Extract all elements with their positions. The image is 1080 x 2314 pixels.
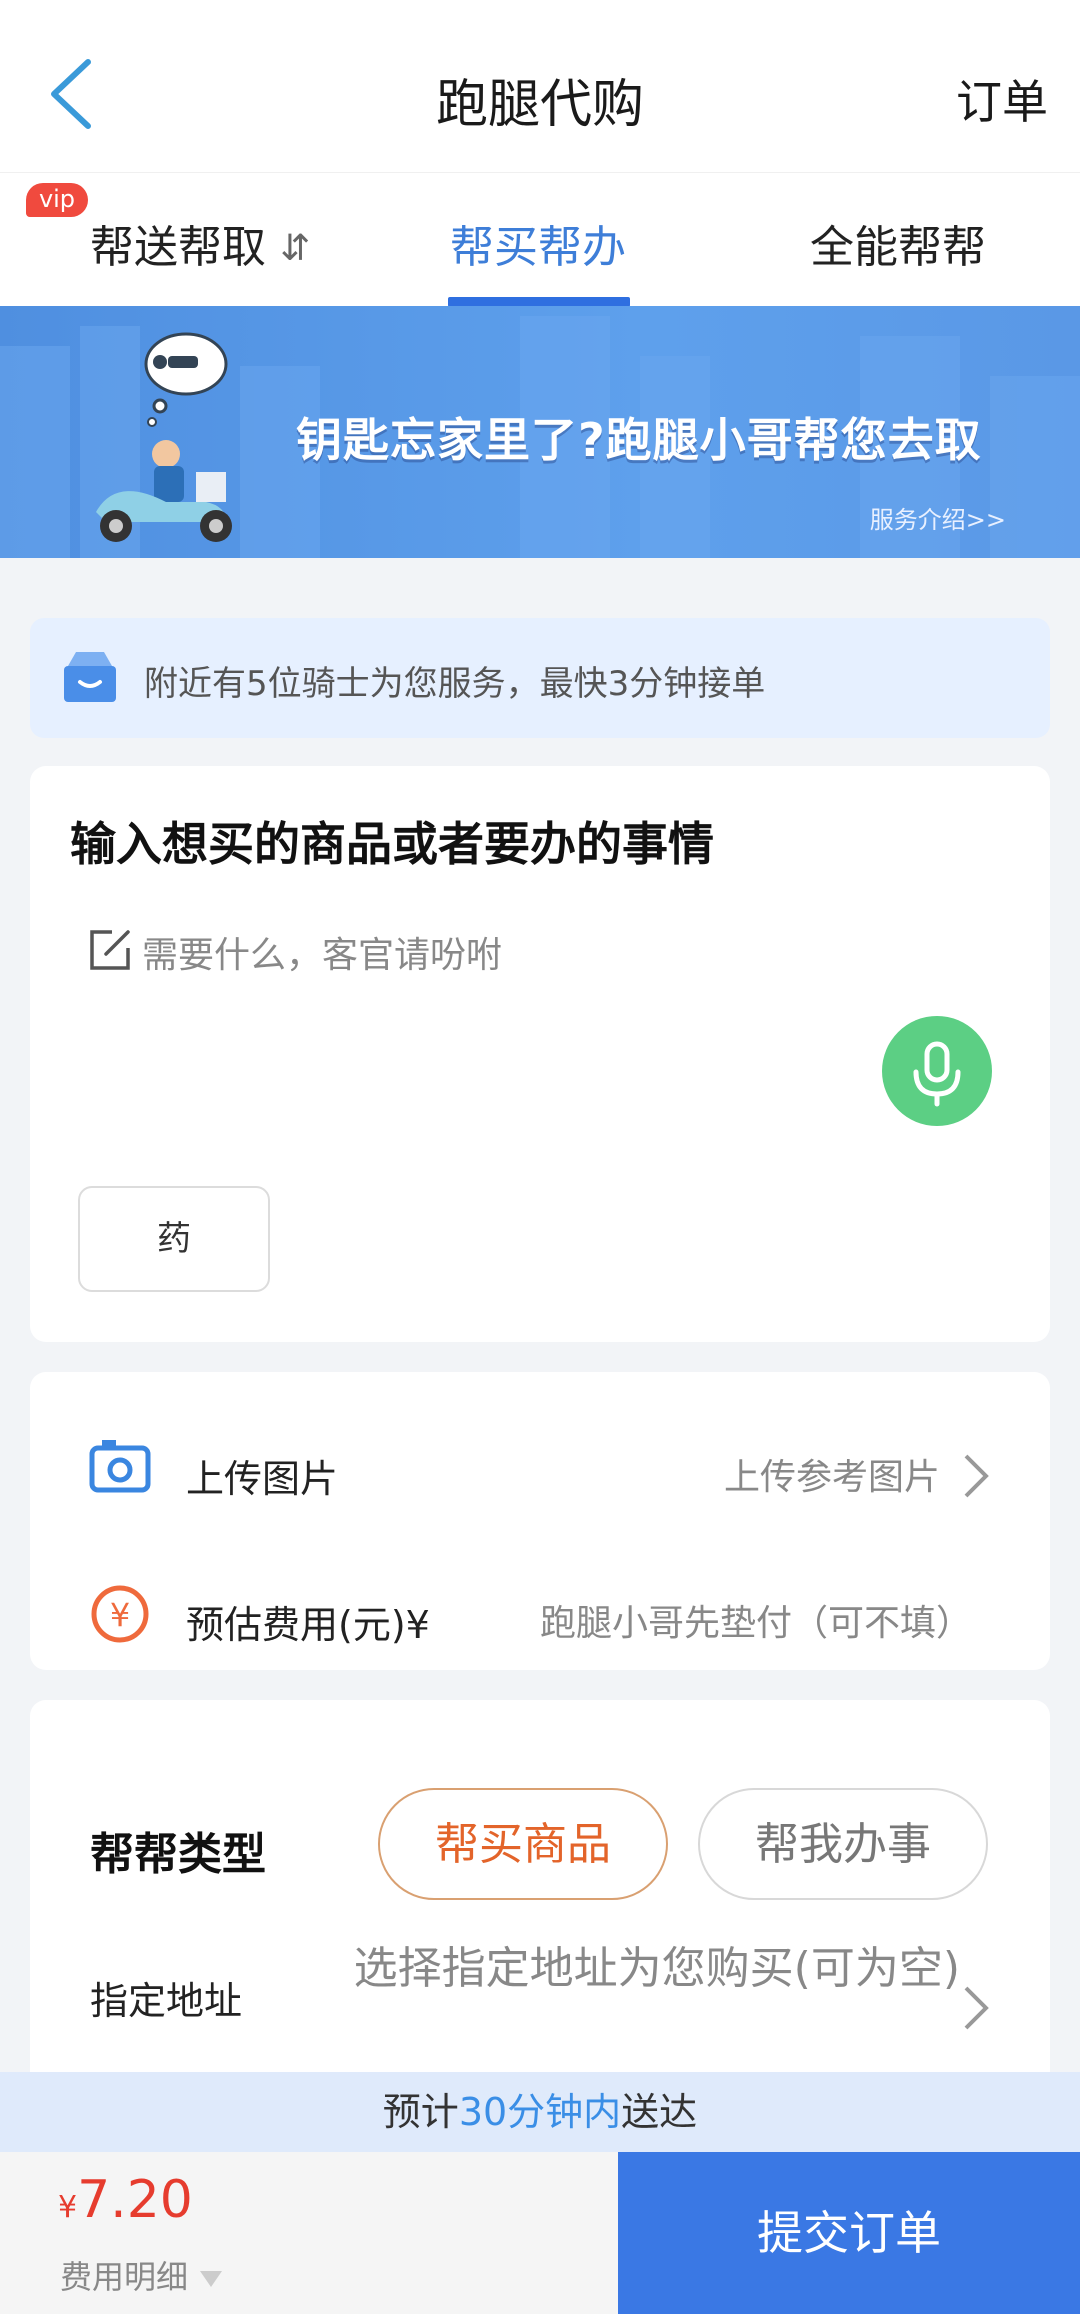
delivery-eta-bar: 预计30分钟内送达 [0,2072,1080,2152]
price-amount: 7.20 [77,2170,193,2230]
currency-symbol: ¥ [58,2190,78,2225]
chevron-right-icon [964,1454,989,1498]
submit-order-button[interactable]: 提交订单 [618,2152,1080,2314]
upload-image-label: 上传图片 [186,1457,339,1501]
do-errand-option[interactable]: 帮我办事 [698,1788,988,1900]
tab-all-round-help[interactable]: 全能帮帮 [810,211,986,275]
triangle-down-icon [200,2271,223,2287]
total-price: ¥7.20 [58,2170,193,2230]
request-input[interactable]: 需要什么，客官请吩咐 [142,926,502,978]
service-tabs: vip 帮送帮取 ⇵ 帮买帮办 全能帮帮 [0,172,1080,307]
address-selector[interactable]: 选择指定地址为您购买(可为空) [320,1940,960,1998]
upload-image-row[interactable]: 上传图片 上传参考图片 [30,1412,1050,1532]
service-intro-link[interactable]: 服务介绍>> [870,500,1006,535]
swap-arrows-icon[interactable]: ⇵ [280,228,310,269]
fee-detail-label: 费用明细 [60,2258,189,2296]
rider-notice: 附近有5位骑士为您服务，最快3分钟接单 [30,618,1050,738]
vip-badge: vip [26,183,88,217]
request-card: 输入想买的商品或者要办的事情 需要什么，客官请吩咐 药 [30,766,1050,1342]
fee-detail-toggle[interactable]: 费用明细 [60,2252,224,2298]
checkout-bar: ¥7.20 费用明细 提交订单 [0,2152,1080,2314]
tab-deliver-pickup[interactable]: 帮送帮取 ⇵ [90,211,310,275]
quick-tag-chip[interactable]: 药 [78,1186,270,1292]
edit-icon [90,930,130,970]
header-bar: 跑腿代购 订单 [0,0,1080,172]
help-type-label: 帮帮类型 [90,1829,266,1880]
notice-text: 附近有5位骑士为您服务，最快3分钟接单 [144,664,766,704]
tab-buy-errand[interactable]: 帮买帮办 [450,211,626,275]
tab-label: 全能帮帮 [810,222,986,273]
eta-prefix: 预计 [382,2090,459,2134]
orders-link[interactable]: 订单 [956,66,1048,132]
address-label: 指定地址 [90,1979,243,2023]
estimated-fee-label: 预估费用(元)¥ [186,1603,430,1647]
voice-input-button[interactable] [882,1016,992,1126]
options-card: 上传图片 上传参考图片 ¥ 预估费用(元)¥ 跑腿小哥先垫付（可不填） [30,1372,1050,1670]
microphone-icon [913,1041,961,1107]
yuan-coin-icon: ¥ [91,1585,149,1643]
courier-scooter-illustration [96,332,232,542]
svg-text:¥: ¥ [110,1596,130,1634]
eta-highlight: 30分钟内 [458,2090,622,2134]
tab-label: 帮买帮办 [450,222,626,273]
request-title: 输入想买的商品或者要办的事情 [70,817,714,871]
upload-image-hint: 上传参考图片 [723,1457,940,1498]
buy-goods-option[interactable]: 帮买商品 [378,1788,668,1900]
page-title: 跑腿代购 [435,75,644,135]
estimated-fee-input[interactable]: 跑腿小哥先垫付（可不填） [540,1594,972,1646]
camera-icon [89,1440,151,1493]
banner-headline: 钥匙忘家里了?跑腿小哥帮您去取 [296,413,982,467]
promo-banner[interactable]: 钥匙忘家里了?跑腿小哥帮您去取 服务介绍>> [0,306,1080,558]
chevron-right-icon[interactable] [962,1984,990,2032]
tab-label: 帮送帮取 [90,222,266,273]
box-icon [64,652,116,702]
estimated-fee-row: ¥ 预估费用(元)¥ 跑腿小哥先垫付（可不填） [30,1558,1050,1678]
eta-suffix: 送达 [621,2090,698,2134]
